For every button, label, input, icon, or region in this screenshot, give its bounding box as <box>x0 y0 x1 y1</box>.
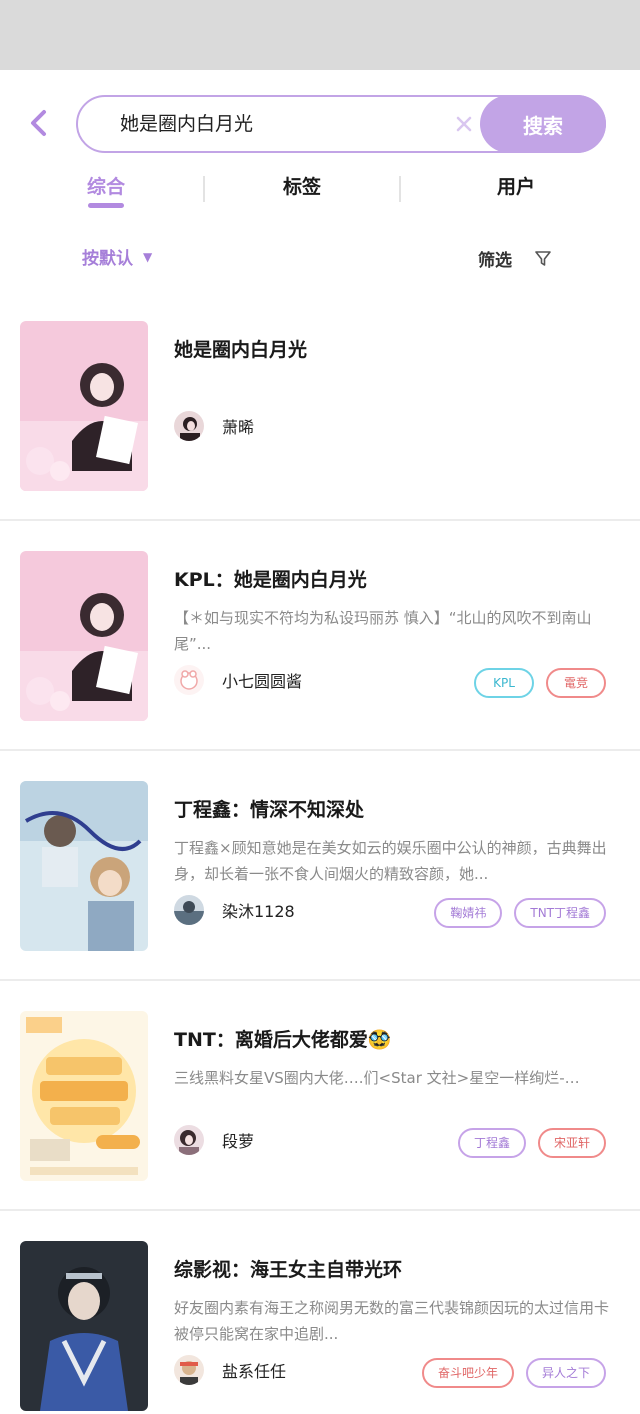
result-card[interactable]: 丁程鑫：情深不知深处 丁程鑫×顾知意她是在美女如云的娱乐圈中公认的神颜，古典舞出… <box>0 751 640 981</box>
chevron-left-icon <box>31 110 46 136</box>
tag-chip[interactable]: 電竞 <box>546 668 606 698</box>
filter-label: 筛选 <box>478 251 512 271</box>
author-info[interactable]: 小七圆圆酱 <box>174 665 302 695</box>
result-card[interactable]: TNT：离婚后大佬都爱🥸 三线黑料女星VS圈内大佬….们<Star 文社>星空一… <box>0 981 640 1211</box>
book-cover[interactable] <box>20 551 148 721</box>
tag-list: 奋斗吧少年 异人之下 <box>421 1358 606 1388</box>
book-cover[interactable] <box>20 1241 148 1411</box>
tag-chip[interactable]: KPL <box>474 668 534 698</box>
active-tab-indicator <box>88 203 124 208</box>
author-avatar <box>174 1355 204 1385</box>
author-name: 小七圆圆酱 <box>222 672 303 691</box>
tab-users[interactable]: 用户 <box>476 168 556 212</box>
book-description: 好友圈内素有海王之称阅男无数的富三代裴锦颜因玩的太过信用卡被停只能窝在家中追剧.… <box>174 1299 610 1343</box>
book-description: 丁程鑫×顾知意她是在美女如云的娱乐圈中公认的神颜，古典舞出身，却长着一张不食人间… <box>174 839 607 883</box>
tag-chip[interactable]: 鞠婧祎 <box>434 898 503 928</box>
author-avatar <box>174 1125 204 1155</box>
filter-button[interactable]: 筛选 <box>478 246 552 271</box>
author-info[interactable]: 盐系任任 <box>174 1355 286 1385</box>
author-name: 盐系任任 <box>222 1362 287 1381</box>
author-name: 染沐1128 <box>222 902 295 921</box>
book-title[interactable]: TNT：离婚后大佬都爱🥸 <box>174 1025 391 1052</box>
author-avatar <box>174 665 204 695</box>
author-avatar <box>174 411 204 441</box>
filter-row: 按默认 ▼ 筛选 <box>0 240 640 280</box>
clear-icon[interactable] <box>451 111 477 137</box>
search-button[interactable]: 搜索 <box>480 95 606 153</box>
tag-chip[interactable]: 丁程鑫 <box>457 1128 526 1158</box>
sort-dropdown[interactable]: 按默认 ▼ <box>82 244 152 269</box>
book-title[interactable]: 丁程鑫：情深不知深处 <box>174 795 364 822</box>
sort-label: 按默认 <box>82 249 133 269</box>
author-name: 段萝 <box>222 1132 255 1151</box>
author-avatar <box>174 895 204 925</box>
result-card[interactable]: KPL：她是圈内白月光 【＊如与现实不符均为私设玛丽苏 慎入】“北山的风吹不到南… <box>0 521 640 751</box>
book-description: 三线黑料女星VS圈内大佬….们<Star 文社>星空一样绚烂-… <box>174 1069 580 1087</box>
author-info[interactable]: 段萝 <box>174 1125 254 1155</box>
filter-funnel-icon <box>535 250 551 266</box>
result-card[interactable]: 她是圈内白月光 萧晞 <box>0 291 640 521</box>
book-title[interactable]: 她是圈内白月光 <box>174 335 307 362</box>
tab-divider <box>399 176 401 202</box>
book-cover[interactable] <box>20 781 148 951</box>
author-info[interactable]: 萧晞 <box>174 411 254 441</box>
search-input[interactable] <box>120 97 450 151</box>
caret-down-icon: ▼ <box>143 249 153 264</box>
search-box: 搜索 <box>76 95 606 153</box>
result-card[interactable]: 综影视：海王女主自带光环 好友圈内素有海王之称阅男无数的富三代裴锦颜因玩的太过信… <box>0 1211 640 1414</box>
search-header: 搜索 <box>0 70 640 170</box>
book-description: 【＊如与现实不符均为私设玛丽苏 慎入】“北山的风吹不到南山尾”... <box>174 609 592 653</box>
book-cover[interactable] <box>20 1011 148 1181</box>
tag-chip[interactable]: 异人之下 <box>525 1358 606 1388</box>
tag-chip[interactable]: 宋亚轩 <box>537 1128 606 1158</box>
book-title[interactable]: 综影视：海王女主自带光环 <box>174 1255 402 1282</box>
author-name: 萧晞 <box>222 418 255 437</box>
tab-tags[interactable]: 标签 <box>262 168 342 212</box>
tag-list: 鞠婧祎 TNT丁程鑫 <box>434 898 606 928</box>
book-title[interactable]: KPL：她是圈内白月光 <box>174 565 367 592</box>
book-cover[interactable] <box>20 321 148 491</box>
tag-chip[interactable]: TNT丁程鑫 <box>514 898 606 928</box>
back-button[interactable] <box>24 106 54 140</box>
status-bar <box>0 0 640 70</box>
results-list: 她是圈内白月光 萧晞 KPL：她是圈内白月光 【＊如与现实不符均为私设玛丽苏 慎… <box>0 291 640 1414</box>
tag-list: KPL 電竞 <box>474 668 606 698</box>
author-info[interactable]: 染沐1128 <box>174 895 295 925</box>
tag-list: 丁程鑫 宋亚轩 <box>457 1128 606 1158</box>
search-tabs: 综合 标签 用户 <box>0 168 640 218</box>
tag-chip[interactable]: 奋斗吧少年 <box>421 1358 514 1388</box>
tab-divider <box>203 176 205 202</box>
